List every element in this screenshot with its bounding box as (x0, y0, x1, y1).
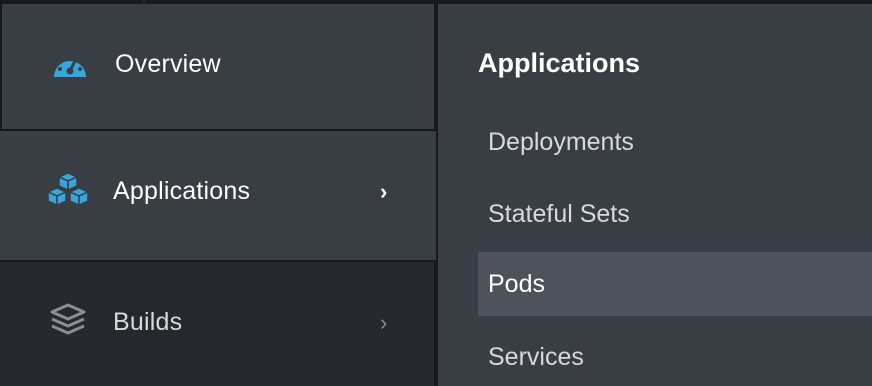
secondary-nav-title: Applications (478, 48, 641, 78)
secondary-item-services[interactable]: Services (478, 325, 872, 386)
secondary-item-stateful-sets[interactable]: Stateful Sets (478, 182, 872, 246)
layers-icon (44, 300, 92, 340)
nav-item-overview[interactable]: Overview (0, 4, 436, 131)
cubes-icon (44, 171, 92, 211)
secondary-nav-panel: Applications Deployments Stateful Sets P… (436, 4, 872, 386)
chevron-right-icon: › (380, 179, 388, 204)
dashboard-gauge-icon (46, 44, 94, 84)
chevron-right-icon: › (380, 310, 388, 335)
primary-nav: Overview Applications › Builds › (0, 4, 436, 386)
nav-item-applications[interactable]: Applications › (0, 131, 436, 260)
nav-item-label: Builds (113, 308, 183, 336)
app-frame: Overview Applications › Builds › Applica… (0, 0, 872, 386)
nav-item-label: Applications (113, 177, 251, 205)
nav-item-builds[interactable]: Builds › (0, 260, 436, 386)
secondary-item-deployments[interactable]: Deployments (478, 110, 872, 174)
nav-item-label: Overview (115, 50, 221, 78)
secondary-item-pods[interactable]: Pods (478, 252, 872, 316)
